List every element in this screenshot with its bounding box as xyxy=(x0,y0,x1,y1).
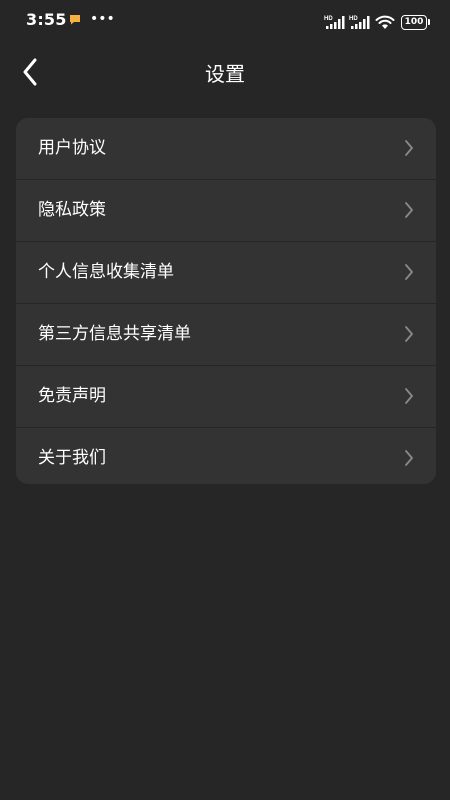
signal-strength-icon: HD xyxy=(349,16,370,29)
settings-item-label: 关于我们 xyxy=(38,448,106,468)
settings-item-label: 第三方信息共享清单 xyxy=(38,324,191,344)
message-notification-icon xyxy=(70,15,80,25)
settings-item-label: 个人信息收集清单 xyxy=(38,262,174,282)
settings-list: 用户协议 隐私政策 个人信息收集清单 第三方信息共享清单 免责声明 关于我们 xyxy=(16,118,436,484)
battery-level: 100 xyxy=(404,17,424,27)
chevron-right-icon xyxy=(405,388,413,404)
chevron-right-icon xyxy=(405,140,413,156)
settings-item-label: 隐私政策 xyxy=(38,200,106,220)
settings-item-personal-info-list[interactable]: 个人信息收集清单 xyxy=(16,241,436,303)
settings-item-label: 免责声明 xyxy=(38,386,106,406)
settings-item-privacy-policy[interactable]: 隐私政策 xyxy=(16,179,436,241)
settings-item-disclaimer[interactable]: 免责声明 xyxy=(16,365,436,427)
status-bar: 3:55 ••• HD HD 100 xyxy=(0,0,450,40)
status-time: 3:55 xyxy=(26,10,67,29)
more-notifications-icon: ••• xyxy=(90,11,115,27)
signal-strength-icon: HD xyxy=(324,16,345,29)
nav-bar: 设置 xyxy=(0,44,450,100)
signal-label: HD xyxy=(349,16,358,22)
chevron-right-icon xyxy=(405,450,413,466)
battery-icon: 100 xyxy=(401,15,430,30)
signal-label: HD xyxy=(324,16,333,22)
wifi-icon xyxy=(375,15,395,29)
settings-item-user-agreement[interactable]: 用户协议 xyxy=(16,118,436,179)
chevron-right-icon xyxy=(405,326,413,342)
page-title: 设置 xyxy=(205,62,245,86)
settings-item-about-us[interactable]: 关于我们 xyxy=(16,427,436,484)
chevron-right-icon xyxy=(405,202,413,218)
settings-item-third-party-sharing[interactable]: 第三方信息共享清单 xyxy=(16,303,436,365)
settings-item-label: 用户协议 xyxy=(38,138,106,158)
chevron-right-icon xyxy=(405,264,413,280)
